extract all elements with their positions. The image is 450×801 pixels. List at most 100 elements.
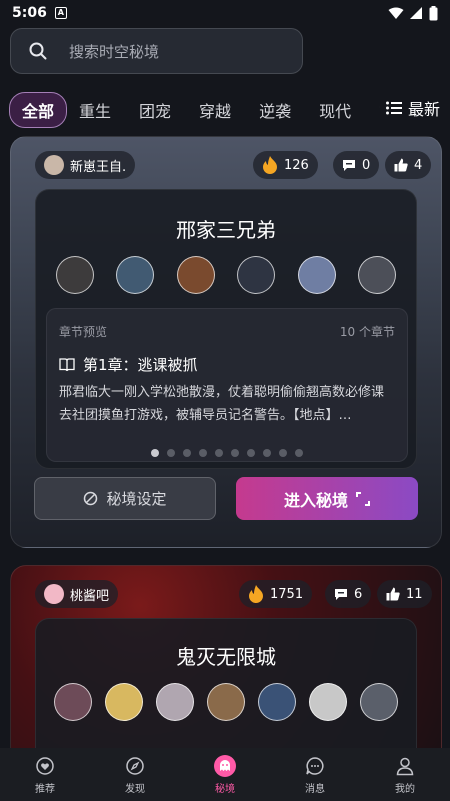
character-avatar[interactable] bbox=[360, 683, 398, 721]
thumbs-up-icon bbox=[394, 158, 408, 172]
search-input[interactable]: 搜索时空秘境 bbox=[10, 28, 303, 74]
chapter-count: 10 个章节 bbox=[339, 325, 395, 339]
author-name: 桃酱吧 bbox=[70, 588, 110, 604]
nav-profile[interactable]: 我的 bbox=[360, 748, 450, 801]
disabled-circle-icon bbox=[84, 491, 98, 506]
enter-label: 进入秘境 bbox=[283, 490, 348, 510]
tab-modern[interactable]: 现代 bbox=[319, 98, 351, 122]
pager-dot[interactable] bbox=[295, 449, 303, 457]
like-count: 11 bbox=[406, 586, 423, 602]
comment-count: 6 bbox=[354, 586, 363, 602]
search-placeholder: 搜索时空秘境 bbox=[69, 42, 160, 61]
nav-messages[interactable]: 消息 bbox=[270, 748, 360, 801]
search-icon bbox=[29, 42, 47, 60]
pager-dot[interactable] bbox=[215, 449, 223, 457]
realm-info-panel: 邢家三兄弟 章节预览 10 个章节 第1章：逃课被抓 邢君临大一刚入学松弛散漫，… bbox=[35, 189, 417, 469]
chapter-preview[interactable]: 章节预览 10 个章节 第1章：逃课被抓 邢君临大一刚入学松弛散漫，仗着聪明偷偷… bbox=[46, 308, 408, 462]
character-avatar[interactable] bbox=[297, 256, 336, 294]
character-avatar[interactable] bbox=[207, 683, 245, 721]
character-avatar[interactable] bbox=[54, 683, 92, 721]
hot-count: 1751 bbox=[270, 586, 304, 602]
nav-discover[interactable]: 发现 bbox=[90, 748, 180, 801]
realm-card[interactable]: 新崽王自. 126 0 4 邢家三兄弟 章节预览 10 个章节 第1章：逃课被抓… bbox=[10, 136, 442, 548]
nav-label: 发现 bbox=[125, 783, 145, 795]
fire-icon bbox=[249, 585, 263, 603]
chapter-title: 第1章：逃课被抓 bbox=[83, 356, 198, 374]
expand-corner-icon bbox=[356, 491, 370, 506]
like-count-pill[interactable]: 4 bbox=[385, 151, 432, 179]
comment-count-pill: 6 bbox=[325, 580, 372, 608]
character-avatars bbox=[36, 683, 416, 721]
character-avatars bbox=[36, 256, 416, 294]
nav-recommend[interactable]: 推荐 bbox=[0, 748, 90, 801]
chapter-heading: 第1章：逃课被抓 bbox=[59, 354, 198, 375]
realm-title: 鬼灭无限城 bbox=[176, 645, 276, 669]
author-avatar bbox=[44, 584, 64, 604]
character-avatar[interactable] bbox=[176, 256, 215, 294]
enter-realm-button[interactable]: 进入秘境 bbox=[236, 477, 418, 520]
tab-time-travel[interactable]: 穿越 bbox=[199, 98, 231, 122]
hot-count-pill: 126 bbox=[253, 151, 318, 179]
comment-icon bbox=[335, 588, 347, 600]
pager-dot[interactable] bbox=[199, 449, 207, 457]
nav-label: 推荐 bbox=[35, 783, 55, 795]
like-count: 4 bbox=[414, 157, 423, 173]
pager-dots bbox=[47, 449, 407, 457]
sort-label: 最新 bbox=[407, 100, 440, 119]
tab-comeback[interactable]: 逆袭 bbox=[259, 98, 291, 122]
author-avatar bbox=[44, 155, 64, 175]
preview-label: 章节预览 bbox=[59, 325, 108, 339]
pager-dot[interactable] bbox=[247, 449, 255, 457]
tab-all[interactable]: 全部 bbox=[9, 92, 68, 128]
character-avatar[interactable] bbox=[309, 683, 347, 721]
fire-icon bbox=[263, 156, 277, 174]
pager-dot[interactable] bbox=[279, 449, 287, 457]
person-icon bbox=[394, 755, 416, 777]
like-count-pill[interactable]: 11 bbox=[377, 580, 432, 608]
character-avatar[interactable] bbox=[237, 256, 276, 294]
character-avatar[interactable] bbox=[116, 256, 155, 294]
signal-icon bbox=[410, 6, 422, 19]
status-bar: 5:06 A bbox=[0, 0, 450, 26]
author-tag[interactable]: 桃酱吧 bbox=[35, 580, 119, 608]
nav-label: 秘境 bbox=[215, 783, 235, 795]
character-avatar[interactable] bbox=[56, 256, 94, 294]
ghost-icon bbox=[214, 754, 236, 777]
hot-count: 126 bbox=[284, 157, 309, 173]
wifi-icon bbox=[388, 7, 404, 19]
sort-button[interactable]: 最新 bbox=[379, 96, 440, 120]
battery-icon bbox=[429, 5, 438, 20]
notification-a-icon: A bbox=[54, 7, 67, 19]
pager-dot[interactable] bbox=[263, 449, 271, 457]
nav-realm[interactable]: 秘境 bbox=[180, 748, 270, 801]
bottom-nav: 推荐 发现 秘境 消息 我的 bbox=[0, 748, 450, 801]
author-tag[interactable]: 新崽王自. bbox=[35, 151, 136, 179]
pager-dot[interactable] bbox=[183, 449, 191, 457]
pager-dot[interactable] bbox=[151, 449, 159, 457]
nav-label: 我的 bbox=[395, 783, 415, 795]
character-avatar[interactable] bbox=[357, 256, 396, 294]
tab-pampered[interactable]: 团宠 bbox=[139, 98, 171, 122]
character-avatar[interactable] bbox=[105, 683, 143, 721]
realm-settings-button[interactable]: 秘境设定 bbox=[34, 477, 216, 520]
compass-icon bbox=[124, 755, 146, 777]
settings-label: 秘境设定 bbox=[106, 490, 167, 508]
book-icon bbox=[59, 357, 75, 371]
pager-dot[interactable] bbox=[231, 449, 239, 457]
realm-card[interactable]: 桃酱吧 1751 6 11 鬼灭无限城 bbox=[10, 565, 442, 765]
thumbs-up-icon bbox=[386, 587, 400, 601]
comment-count: 0 bbox=[362, 157, 371, 173]
character-avatar[interactable] bbox=[156, 683, 194, 721]
realm-info-panel: 鬼灭无限城 bbox=[35, 618, 417, 764]
nav-label: 消息 bbox=[305, 783, 325, 795]
tab-rebirth[interactable]: 重生 bbox=[79, 98, 111, 122]
hot-count-pill: 1751 bbox=[239, 580, 313, 608]
preview-header: 章节预览 10 个章节 bbox=[59, 323, 395, 340]
comment-icon bbox=[343, 159, 355, 171]
chapter-excerpt: 邢君临大一刚入学松弛散漫，仗着聪明偷偷翘高数必修课去社团摸鱼打游戏，被辅导员记名… bbox=[59, 385, 385, 423]
chat-icon bbox=[304, 755, 326, 777]
status-time: 5:06 bbox=[12, 5, 47, 21]
author-name: 新崽王自. bbox=[70, 159, 127, 175]
pager-dot[interactable] bbox=[167, 449, 175, 457]
character-avatar[interactable] bbox=[258, 683, 296, 721]
